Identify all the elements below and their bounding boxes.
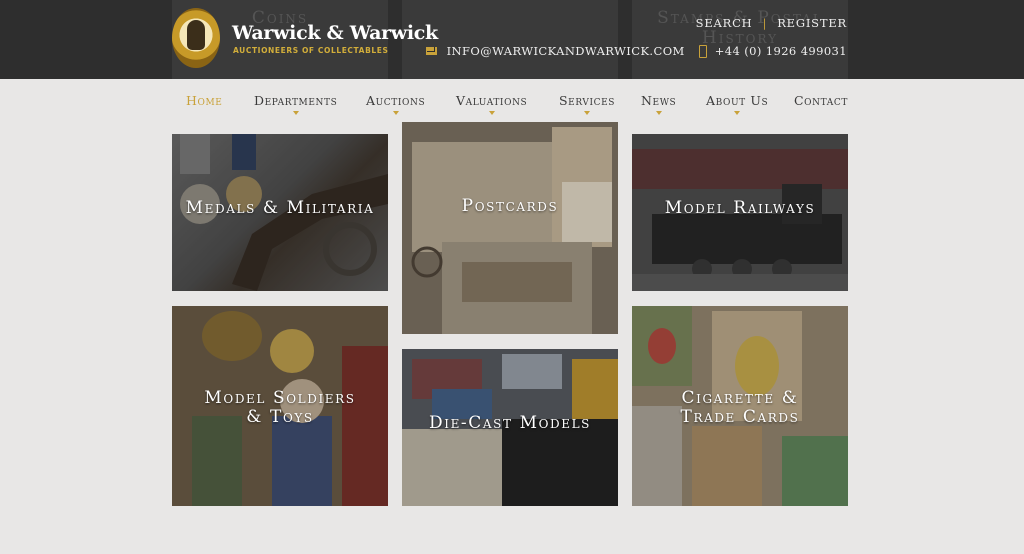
main-nav: Home Departments Auctions Valuations Ser… <box>172 79 848 119</box>
nav-services-label: Services <box>559 93 616 108</box>
top-bar: Coins Stamps & Postal History Warwick & … <box>0 0 1024 79</box>
tile-cigarette-trade-cards[interactable]: Cigarette & Trade Cards <box>632 306 848 506</box>
search-link[interactable]: SEARCH <box>696 16 753 30</box>
tile-model-soldiers-toys[interactable]: Model Soldiers & Toys <box>172 306 388 506</box>
nav-services[interactable]: Services <box>559 93 616 115</box>
phone-number[interactable]: +44 (0) 1926 499031 <box>715 44 847 58</box>
nav-home[interactable]: Home <box>186 93 222 108</box>
tile-model-soldiers-title-line1: Model Soldiers <box>204 388 356 408</box>
email-link[interactable]: INFO@WARWICKANDWARWICK.COM <box>447 44 685 58</box>
register-link[interactable]: REGISTER <box>777 16 847 30</box>
logo-seal-icon <box>172 8 220 68</box>
nav-about-us[interactable]: About Us <box>706 93 769 115</box>
nav-auctions-label: Auctions <box>366 93 426 108</box>
nav-auctions[interactable]: Auctions <box>366 93 426 115</box>
chevron-down-icon <box>584 111 591 115</box>
tile-cigarette-title-line2: Trade Cards <box>680 407 800 427</box>
nav-contact[interactable]: Contact <box>794 93 848 108</box>
tile-medals-militaria-title: Medals & Militaria <box>185 198 375 218</box>
mail-icon <box>425 47 437 55</box>
nav-news-label: News <box>641 93 677 108</box>
nav-departments[interactable]: Departments <box>254 93 338 115</box>
tile-die-cast-models[interactable]: Die-Cast Models <box>402 349 618 506</box>
nav-valuations-label: Valuations <box>456 93 528 108</box>
tile-postcards[interactable]: Postcards <box>402 122 618 334</box>
chevron-down-icon <box>734 111 741 115</box>
chevron-down-icon <box>392 111 399 115</box>
chevron-down-icon <box>655 111 662 115</box>
chevron-down-icon <box>488 111 495 115</box>
tile-model-railways[interactable]: Model Railways <box>632 134 848 291</box>
logo-name: Warwick & Warwick <box>232 22 438 44</box>
contact-info: INFO@WARWICKANDWARWICK.COM +44 (0) 1926 … <box>425 44 847 58</box>
nav-about-us-label: About Us <box>706 93 769 108</box>
chevron-down-icon <box>292 111 299 115</box>
tile-model-railways-title: Model Railways <box>664 198 816 218</box>
top-links-separator: | <box>762 16 768 30</box>
phone-icon <box>698 44 707 58</box>
tile-model-soldiers-title-line2: & Toys <box>246 407 314 427</box>
tile-die-cast-title: Die-Cast Models <box>429 413 591 433</box>
ghost-tile-stamps: Stamps & Postal History <box>632 0 848 79</box>
postcards-photo <box>402 122 618 334</box>
nav-departments-label: Departments <box>254 93 338 108</box>
top-links: SEARCH | REGISTER <box>696 16 847 30</box>
nav-news[interactable]: News <box>641 93 677 115</box>
tile-postcards-title: Postcards <box>461 196 559 216</box>
tile-cigarette-title-line1: Cigarette & <box>681 388 799 408</box>
logo-tagline: AUCTIONEERS OF COLLECTABLES <box>233 46 389 55</box>
site-logo[interactable]: Warwick & Warwick AUCTIONEERS OF COLLECT… <box>172 8 438 70</box>
nav-valuations[interactable]: Valuations <box>456 93 528 115</box>
tile-medals-militaria[interactable]: Medals & Militaria <box>172 134 388 291</box>
